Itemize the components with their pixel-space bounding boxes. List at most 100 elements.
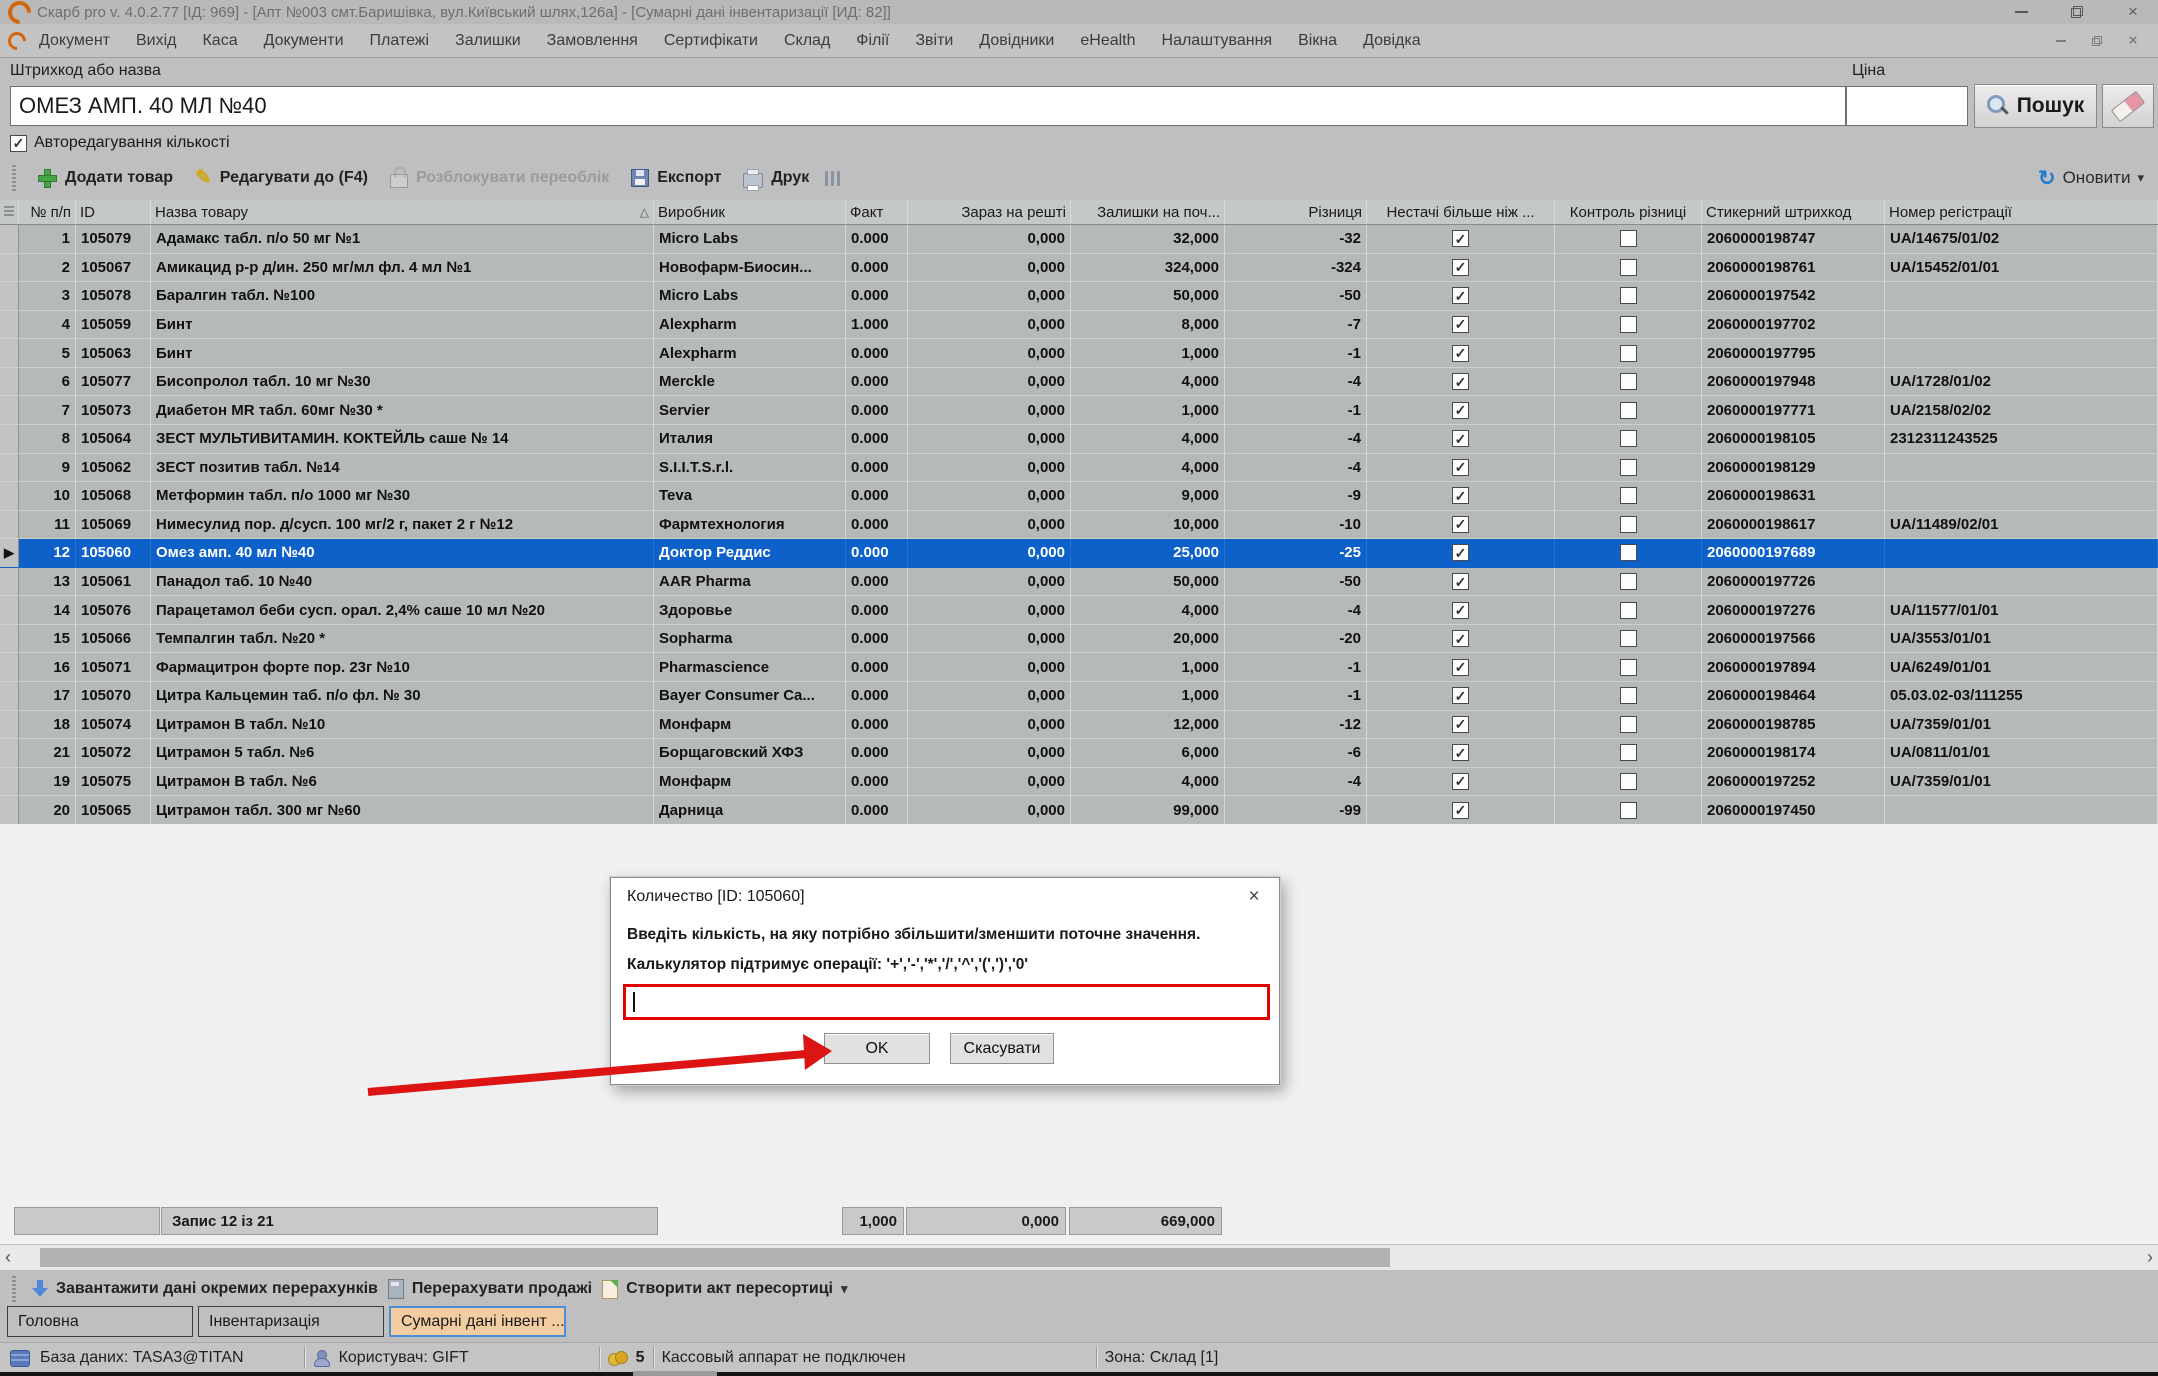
menu-item-4[interactable]: Платежі bbox=[357, 32, 443, 50]
close-button[interactable]: × bbox=[2122, 3, 2144, 21]
control-checkbox-cell[interactable] bbox=[1555, 311, 1702, 340]
menu-item-2[interactable]: Каса bbox=[189, 32, 250, 50]
control-checkbox-cell[interactable] bbox=[1555, 368, 1702, 397]
menu-item-15[interactable]: Довідка bbox=[1350, 32, 1434, 50]
shortage-checkbox[interactable]: ✓ bbox=[1452, 287, 1469, 304]
column-header-6[interactable]: Зараз на решті bbox=[908, 200, 1071, 224]
shortage-checkbox[interactable]: ✓ bbox=[1452, 630, 1469, 647]
column-header-0[interactable] bbox=[0, 200, 19, 224]
control-checkbox[interactable] bbox=[1620, 773, 1637, 790]
menu-item-1[interactable]: Вихід bbox=[123, 32, 190, 50]
table-row[interactable]: 18105074Цитрамон В табл. №10Монфарм0.000… bbox=[0, 711, 2158, 740]
shortage-checkbox-cell[interactable]: ✓ bbox=[1367, 568, 1555, 597]
shortage-checkbox[interactable]: ✓ bbox=[1452, 544, 1469, 561]
menu-item-0[interactable]: Документ bbox=[26, 32, 123, 50]
shortage-checkbox-cell[interactable]: ✓ bbox=[1367, 711, 1555, 740]
control-checkbox[interactable] bbox=[1620, 716, 1637, 733]
control-checkbox[interactable] bbox=[1620, 459, 1637, 476]
control-checkbox-cell[interactable] bbox=[1555, 254, 1702, 283]
table-row[interactable]: 9105062ЗЕСТ позитив табл. №14S.I.I.T.S.r… bbox=[0, 454, 2158, 483]
shortage-checkbox-cell[interactable]: ✓ bbox=[1367, 739, 1555, 768]
control-checkbox-cell[interactable] bbox=[1555, 682, 1702, 711]
table-row[interactable]: 16105071Фармацитрон форте пор. 23г №10Ph… bbox=[0, 653, 2158, 682]
menu-item-5[interactable]: Залишки bbox=[442, 32, 534, 50]
create-act-button[interactable]: Створити акт пересортиці ▾ bbox=[602, 1280, 847, 1299]
column-header-4[interactable]: Виробник bbox=[654, 200, 846, 224]
column-header-12[interactable]: Номер регістрації bbox=[1885, 200, 2158, 224]
table-row[interactable]: 1105079Адамакс табл. п/о 50 мг №1Micro L… bbox=[0, 225, 2158, 254]
control-checkbox[interactable] bbox=[1620, 602, 1637, 619]
control-checkbox-cell[interactable] bbox=[1555, 739, 1702, 768]
column-header-9[interactable]: Нестачі більше ніж ... bbox=[1367, 200, 1555, 224]
shortage-checkbox-cell[interactable]: ✓ bbox=[1367, 396, 1555, 425]
control-checkbox-cell[interactable] bbox=[1555, 796, 1702, 825]
shortage-checkbox-cell[interactable]: ✓ bbox=[1367, 454, 1555, 483]
shortage-checkbox-cell[interactable]: ✓ bbox=[1367, 653, 1555, 682]
control-checkbox-cell[interactable] bbox=[1555, 625, 1702, 654]
table-row[interactable]: 11105069Нимесулид пор. д/сусп. 100 мг/2 … bbox=[0, 511, 2158, 540]
shortage-checkbox[interactable]: ✓ bbox=[1452, 802, 1469, 819]
control-checkbox-cell[interactable] bbox=[1555, 425, 1702, 454]
menu-item-10[interactable]: Звіти bbox=[902, 32, 966, 50]
shortage-checkbox[interactable]: ✓ bbox=[1452, 316, 1469, 333]
column-header-5[interactable]: Факт bbox=[846, 200, 908, 224]
shortage-checkbox[interactable]: ✓ bbox=[1452, 259, 1469, 276]
cancel-button[interactable]: Скасувати bbox=[950, 1033, 1054, 1064]
minimize-button[interactable] bbox=[2010, 3, 2032, 21]
shortage-checkbox-cell[interactable]: ✓ bbox=[1367, 796, 1555, 825]
shortage-checkbox[interactable]: ✓ bbox=[1452, 687, 1469, 704]
columns-icon[interactable] bbox=[825, 171, 842, 186]
table-row[interactable]: ▶12105060Омез амп. 40 мл №40Доктор Редди… bbox=[0, 539, 2158, 568]
control-checkbox-cell[interactable] bbox=[1555, 396, 1702, 425]
table-row[interactable]: 17105070Цитра Кальцемин таб. п/о фл. № 3… bbox=[0, 682, 2158, 711]
autofix-checkbox[interactable]: ✓ bbox=[10, 135, 27, 152]
mdi-minimize-button[interactable] bbox=[2046, 30, 2076, 52]
shortage-checkbox-cell[interactable]: ✓ bbox=[1367, 682, 1555, 711]
shortage-checkbox[interactable]: ✓ bbox=[1452, 716, 1469, 733]
scrollbar-thumb[interactable] bbox=[40, 1248, 1390, 1267]
shortage-checkbox-cell[interactable]: ✓ bbox=[1367, 425, 1555, 454]
control-checkbox-cell[interactable] bbox=[1555, 596, 1702, 625]
print-button[interactable]: Друк bbox=[737, 166, 815, 191]
scroll-right-icon[interactable]: › bbox=[2142, 1247, 2158, 1268]
control-checkbox-cell[interactable] bbox=[1555, 711, 1702, 740]
control-checkbox[interactable] bbox=[1620, 544, 1637, 561]
control-checkbox[interactable] bbox=[1620, 744, 1637, 761]
table-row[interactable]: 21105072Цитрамон 5 табл. №6Борщаговский … bbox=[0, 739, 2158, 768]
shortage-checkbox[interactable]: ✓ bbox=[1452, 744, 1469, 761]
scroll-left-icon[interactable]: ‹ bbox=[0, 1247, 16, 1268]
control-checkbox[interactable] bbox=[1620, 402, 1637, 419]
export-button[interactable]: Експорт bbox=[625, 166, 727, 190]
column-header-3[interactable]: Назва товару△ bbox=[151, 200, 654, 224]
column-header-2[interactable]: ID bbox=[76, 200, 151, 224]
table-row[interactable]: 2105067Амикацид р-р д/ин. 250 мг/мл фл. … bbox=[0, 254, 2158, 283]
shortage-checkbox-cell[interactable]: ✓ bbox=[1367, 311, 1555, 340]
shortage-checkbox-cell[interactable]: ✓ bbox=[1367, 368, 1555, 397]
table-row[interactable]: 4105059БинтAlexpharm1.0000,0008,000-7✓20… bbox=[0, 311, 2158, 340]
mdi-restore-button[interactable] bbox=[2082, 30, 2112, 52]
shortage-checkbox[interactable]: ✓ bbox=[1452, 430, 1469, 447]
add-item-button[interactable]: Додати товар bbox=[32, 166, 179, 191]
control-checkbox-cell[interactable] bbox=[1555, 454, 1702, 483]
control-checkbox[interactable] bbox=[1620, 259, 1637, 276]
control-checkbox[interactable] bbox=[1620, 802, 1637, 819]
control-checkbox-cell[interactable] bbox=[1555, 568, 1702, 597]
table-row[interactable]: 20105065Цитрамон табл. 300 мг №60Дарница… bbox=[0, 796, 2158, 825]
refresh-dropdown-icon[interactable]: ▾ bbox=[2137, 170, 2144, 186]
tab-0[interactable]: Головна bbox=[7, 1306, 193, 1337]
price-input[interactable] bbox=[1846, 86, 1968, 126]
menu-item-7[interactable]: Сертифікати bbox=[651, 32, 771, 50]
menu-item-14[interactable]: Вікна bbox=[1285, 32, 1350, 50]
table-row[interactable]: 5105063БинтAlexpharm0.0000,0001,000-1✓20… bbox=[0, 339, 2158, 368]
column-header-11[interactable]: Стикерний штрихкод bbox=[1702, 200, 1885, 224]
control-checkbox[interactable] bbox=[1620, 630, 1637, 647]
tab-1[interactable]: Інвентаризація bbox=[198, 1306, 384, 1337]
restore-button[interactable] bbox=[2066, 3, 2088, 21]
table-row[interactable]: 19105075Цитрамон В табл. №6Монфарм0.0000… bbox=[0, 768, 2158, 797]
recalc-sales-button[interactable]: Перерахувати продажі bbox=[388, 1279, 592, 1299]
control-checkbox[interactable] bbox=[1620, 659, 1637, 676]
table-row[interactable]: 13105061Панадол таб. 10 №40AAR Pharma0.0… bbox=[0, 568, 2158, 597]
menu-item-8[interactable]: Склад bbox=[771, 32, 843, 50]
control-checkbox-cell[interactable] bbox=[1555, 511, 1702, 540]
control-checkbox-cell[interactable] bbox=[1555, 339, 1702, 368]
